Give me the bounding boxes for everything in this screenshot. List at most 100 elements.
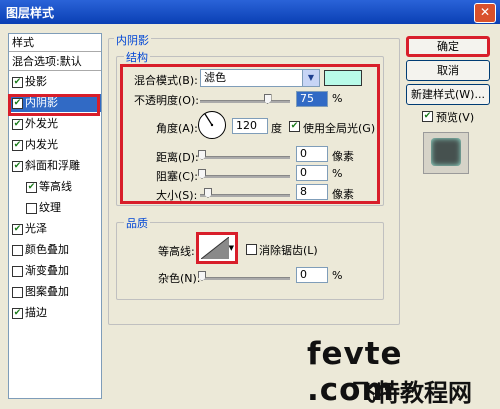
sidebar-item-drop-shadow[interactable]: ✔ 投影 (9, 73, 101, 91)
sidebar-item-label: 图案叠加 (25, 285, 69, 298)
checkbox-inner-glow[interactable]: ✔ (12, 139, 23, 151)
opacity-value: 75 (300, 92, 314, 105)
choke-slider-track[interactable] (200, 175, 290, 178)
title-bar[interactable]: 图层样式 ✕ (0, 0, 500, 24)
shadow-color-swatch[interactable] (324, 70, 362, 86)
choke-input[interactable]: 0 (296, 165, 328, 181)
choke-value: 0 (300, 166, 307, 179)
angle-input[interactable]: 120 (232, 118, 268, 134)
distance-value: 0 (300, 147, 307, 160)
sidebar-item-pattern-overlay[interactable]: 图案叠加 (9, 283, 101, 301)
opacity-label: 不透明度(O): (134, 94, 199, 107)
distance-input[interactable]: 0 (296, 146, 328, 162)
structure-title: 结构 (124, 49, 150, 65)
size-unit: 像素 (332, 188, 354, 201)
choke-unit: % (332, 167, 343, 180)
noise-unit: % (332, 269, 343, 282)
checkbox-texture[interactable] (26, 202, 37, 214)
inner-shadow-title: 内阴影 (114, 32, 151, 48)
sidebar-item-label: 颜色叠加 (25, 243, 69, 256)
ok-button-label: 确定 (437, 40, 459, 53)
global-light-checkbox[interactable]: ✔ (289, 121, 300, 132)
size-input[interactable]: 8 (296, 184, 328, 200)
sidebar-item-label: 混合选项:默认 (12, 55, 82, 68)
anti-alias-label: 消除锯齿(L) (259, 244, 318, 257)
angle-dial-icon (198, 111, 226, 139)
sidebar-item-texture[interactable]: 纹理 (9, 199, 101, 217)
preview-label: 预览(V) (436, 111, 475, 124)
checkbox-pattern-overlay[interactable] (12, 286, 23, 298)
blend-mode-value: 滤色 (204, 71, 226, 84)
sidebar-item-label: 投影 (25, 75, 47, 88)
opacity-slider-track[interactable] (200, 100, 290, 103)
sidebar-item-label: 光泽 (25, 222, 47, 235)
sidebar-item-label: 纹理 (39, 201, 61, 214)
preview-shape (431, 138, 461, 166)
angle-dial[interactable] (197, 110, 227, 140)
checkbox-satin[interactable]: ✔ (12, 223, 23, 235)
new-style-button[interactable]: 新建样式(W)... (406, 84, 490, 105)
choke-label: 阻塞(C): (156, 170, 198, 183)
sidebar-item-contour[interactable]: ✔ 等高线 (9, 178, 101, 196)
preview-checkbox[interactable]: ✔ (422, 111, 433, 122)
contour-label: 等高线: (158, 245, 195, 258)
quality-group (116, 222, 384, 300)
anti-alias-checkbox[interactable] (246, 244, 257, 255)
noise-input[interactable]: 0 (296, 267, 328, 283)
blend-mode-select[interactable]: 滤色 ▼ (200, 69, 320, 87)
sidebar-item-styles[interactable]: 样式 (9, 34, 101, 52)
sidebar-item-satin[interactable]: ✔ 光泽 (9, 220, 101, 238)
angle-label: 角度(A): (156, 122, 198, 135)
sidebar-item-label: 内发光 (25, 138, 58, 151)
sidebar-item-color-overlay[interactable]: 颜色叠加 (9, 241, 101, 259)
opacity-unit: % (332, 92, 343, 105)
sidebar-item-label: 外发光 (25, 117, 58, 130)
cancel-button[interactable]: 取消 (406, 60, 490, 81)
global-light-label: 使用全局光(G) (303, 122, 376, 135)
window-title: 图层样式 (6, 6, 55, 20)
sidebar-item-stroke[interactable]: ✔ 描边 (9, 304, 101, 322)
contour-picker[interactable]: ▼ (196, 232, 238, 264)
close-button[interactable]: ✕ (474, 3, 496, 23)
chevron-down-icon: ▼ (302, 70, 319, 86)
close-icon: ✕ (479, 5, 491, 19)
sidebar-item-blend-options[interactable]: 混合选项:默认 (9, 53, 101, 71)
quality-title: 品质 (124, 215, 150, 231)
distance-unit: 像素 (332, 150, 354, 163)
noise-label: 杂色(N): (158, 272, 201, 285)
sidebar-item-bevel-emboss[interactable]: ✔ 斜面和浮雕 (9, 157, 101, 175)
noise-slider-track[interactable] (200, 277, 290, 280)
watermark-line2: 飞特教程网 (352, 379, 472, 407)
layer-style-dialog: 图层样式 ✕ 样式 混合选项:默认 ✔ 投影 ✔ 内阴影 ✔ 外发光 ✔ 内发光 ✔ 斜面… (0, 0, 500, 409)
blend-mode-label: 混合模式(B): (134, 74, 198, 87)
distance-slider-track[interactable] (200, 156, 290, 159)
new-style-button-label: 新建样式(W)... (411, 88, 485, 101)
contour-linear-icon (201, 237, 229, 259)
checkbox-stroke[interactable]: ✔ (12, 307, 23, 319)
checkbox-outer-glow[interactable]: ✔ (12, 118, 23, 130)
ok-button[interactable]: 确定 (406, 36, 490, 57)
sidebar-item-label: 渐变叠加 (25, 264, 69, 277)
sidebar-item-label: 等高线 (39, 180, 72, 193)
cancel-button-label: 取消 (437, 64, 459, 77)
preview-thumbnail (423, 132, 469, 174)
sidebar-item-outer-glow[interactable]: ✔ 外发光 (9, 115, 101, 133)
checkbox-bevel-emboss[interactable]: ✔ (12, 160, 23, 172)
checkbox-color-overlay[interactable] (12, 244, 23, 256)
noise-value: 0 (300, 268, 307, 281)
style-list: 样式 混合选项:默认 ✔ 投影 ✔ 内阴影 ✔ 外发光 ✔ 内发光 ✔ 斜面和浮雕 ✔ 等高… (8, 33, 102, 399)
checkbox-gradient-overlay[interactable] (12, 265, 23, 277)
sidebar-item-gradient-overlay[interactable]: 渐变叠加 (9, 262, 101, 280)
contour-dropdown-icon: ▼ (228, 244, 234, 252)
sidebar-highlight-box (8, 94, 100, 116)
angle-unit: 度 (271, 122, 282, 135)
size-slider-track[interactable] (200, 194, 290, 197)
checkbox-contour[interactable]: ✔ (26, 181, 37, 193)
opacity-input[interactable]: 75 (296, 91, 328, 107)
size-label: 大小(S): (156, 189, 198, 202)
sidebar-item-label: 斜面和浮雕 (25, 159, 80, 172)
checkbox-drop-shadow[interactable]: ✔ (12, 76, 23, 88)
sidebar-item-label: 描边 (25, 306, 47, 319)
sidebar-item-inner-glow[interactable]: ✔ 内发光 (9, 136, 101, 154)
angle-value: 120 (236, 119, 257, 132)
